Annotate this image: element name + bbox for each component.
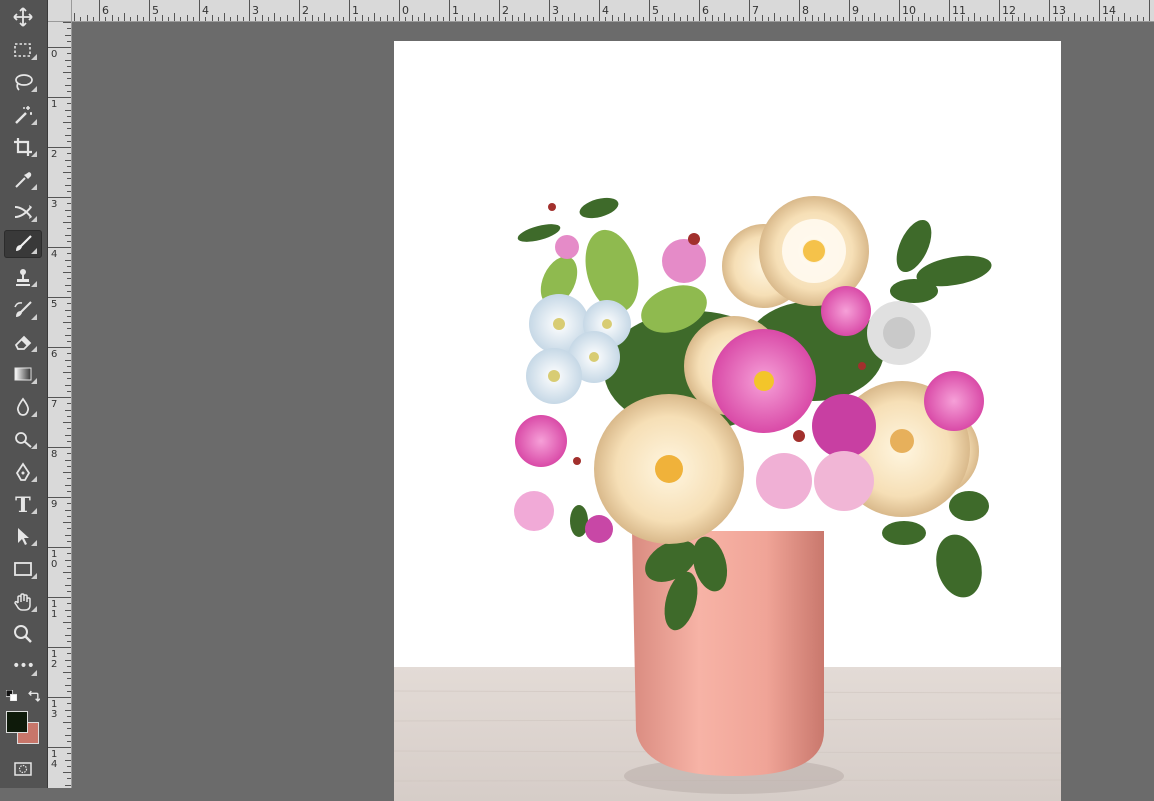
- more-tools[interactable]: •••: [4, 652, 42, 680]
- move-icon: [13, 7, 33, 27]
- zoom-icon: [14, 625, 32, 643]
- blur-tool[interactable]: [4, 393, 42, 421]
- ruler-label: 13: [1052, 4, 1066, 17]
- magic-wand-tool[interactable]: [4, 101, 42, 129]
- marquee-tool[interactable]: [4, 36, 42, 64]
- ruler-label: 1: [352, 4, 359, 17]
- color-swatches: [0, 686, 48, 756]
- crop-tool[interactable]: [4, 133, 42, 161]
- flower-vase-artwork: [394, 196, 1061, 801]
- eraser-tool[interactable]: [4, 328, 42, 356]
- ruler-origin[interactable]: [48, 0, 72, 22]
- ruler-label: 10: [51, 549, 58, 570]
- vertical-ruler[interactable]: 0 1 2 3 4 5 6 7 8 9 10 11 12 13 14: [48, 22, 72, 788]
- ruler-label: 3: [252, 4, 259, 17]
- quick-mask-icon: [14, 762, 32, 776]
- ruler-label: 2: [502, 4, 509, 17]
- ruler-label: 9: [51, 499, 58, 510]
- stamp-tool[interactable]: [4, 263, 42, 291]
- path-select-tool[interactable]: [4, 522, 42, 550]
- quick-mask-button[interactable]: [4, 756, 42, 782]
- tools-panel: T •••: [0, 0, 48, 788]
- ruler-label: 10: [902, 4, 916, 17]
- ruler-label: 5: [652, 4, 659, 17]
- ruler-label: 2: [302, 4, 309, 17]
- ruler-label: 2: [51, 149, 58, 160]
- ruler-label: 4: [602, 4, 609, 17]
- brush-tool[interactable]: [4, 230, 42, 258]
- ruler-label: 0: [402, 4, 409, 17]
- move-tool[interactable]: [4, 3, 42, 31]
- pen-tool[interactable]: [4, 458, 42, 486]
- ruler-label: 6: [702, 4, 709, 17]
- type-tool[interactable]: T: [4, 490, 42, 518]
- ruler-label: 9: [852, 4, 859, 17]
- ruler-label: 1: [452, 4, 459, 17]
- document-canvas[interactable]: [394, 41, 1061, 801]
- hand-tool[interactable]: [4, 588, 42, 616]
- ruler-label: 7: [51, 399, 58, 410]
- ruler-label: 8: [51, 449, 58, 460]
- zoom-tool[interactable]: [4, 620, 42, 648]
- ruler-label: 3: [552, 4, 559, 17]
- ruler-label: 0: [51, 49, 58, 60]
- shape-tool[interactable]: [4, 555, 42, 583]
- ruler-label: 4: [202, 4, 209, 17]
- ruler-label: 5: [51, 299, 58, 310]
- swap-colors-icon[interactable]: [27, 689, 40, 702]
- ruler-label: 3: [51, 199, 58, 210]
- ruler-label: 11: [51, 599, 58, 620]
- ruler-label: 8: [802, 4, 809, 17]
- default-colors-icon[interactable]: [6, 690, 17, 701]
- healing-tool[interactable]: [4, 198, 42, 226]
- ruler-label: 4: [51, 249, 58, 260]
- history-brush-tool[interactable]: [4, 296, 42, 324]
- ruler-label: 5: [152, 4, 159, 17]
- dodge-tool[interactable]: [4, 425, 42, 453]
- ruler-label: 14: [1102, 4, 1116, 17]
- gradient-tool[interactable]: [4, 360, 42, 388]
- canvas-area[interactable]: [72, 22, 1154, 801]
- ruler-label: 12: [1002, 4, 1016, 17]
- type-icon: T: [15, 491, 31, 517]
- ruler-label: 12: [51, 649, 58, 670]
- ruler-label: 13: [51, 699, 58, 720]
- ruler-label: 11: [952, 4, 966, 17]
- ruler-label: 6: [102, 4, 109, 17]
- ruler-label: 1: [51, 99, 58, 110]
- ruler-label: 14: [51, 749, 58, 770]
- ruler-label: 6: [51, 349, 58, 360]
- ruler-label: 7: [752, 4, 759, 17]
- horizontal-ruler[interactable]: 6 5 4 3 2 1 0 1 2 3 4 5 6 7 8 9 10 11 12 13 14: [48, 0, 1154, 22]
- foreground-color-swatch[interactable]: [6, 711, 28, 733]
- eyedropper-tool[interactable]: [4, 166, 42, 194]
- lasso-tool[interactable]: [4, 68, 42, 96]
